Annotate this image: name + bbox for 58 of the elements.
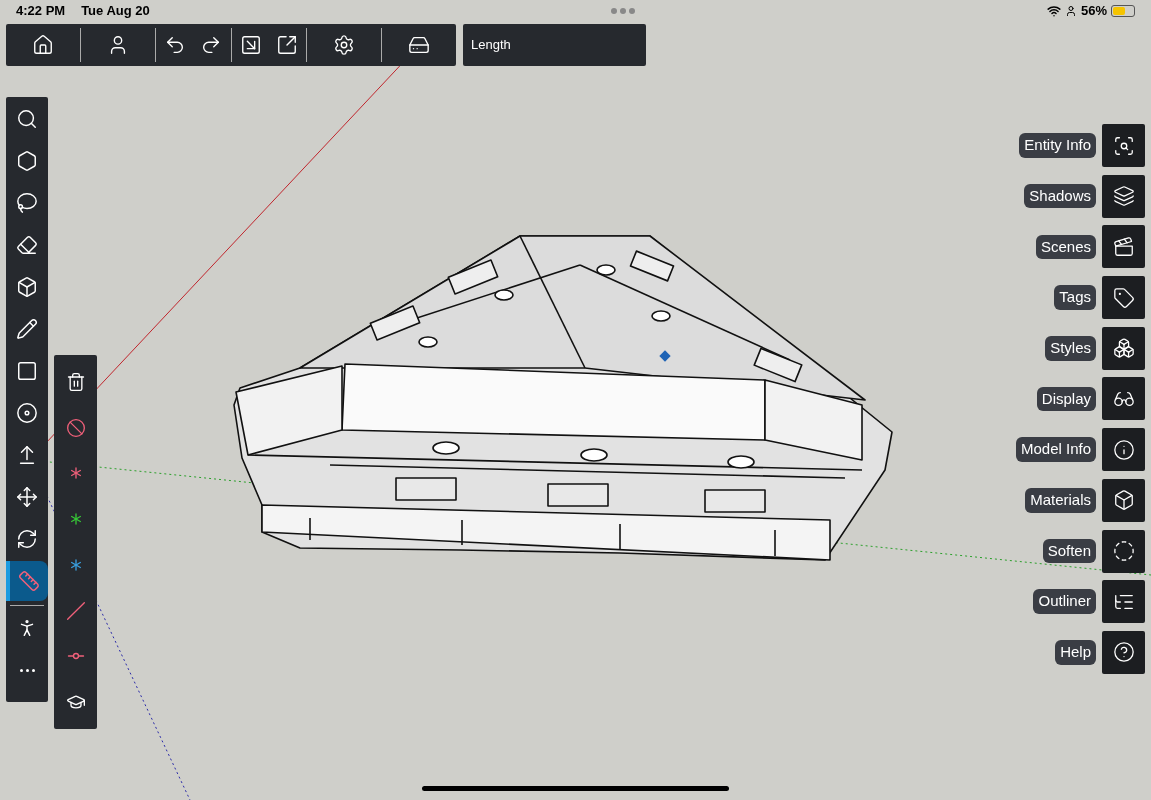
pencil-icon	[16, 318, 38, 340]
tag-icon	[1112, 286, 1135, 309]
panel-label[interactable]: Styles	[1045, 336, 1096, 361]
panel-button[interactable]	[1102, 478, 1145, 522]
more-icon	[19, 668, 35, 672]
search-icon	[16, 108, 38, 130]
panel-label[interactable]: Scenes	[1035, 234, 1096, 260]
cube-icon	[16, 276, 38, 298]
rectangle-icon	[16, 360, 38, 382]
wifi-icon	[1046, 4, 1061, 18]
panel-button[interactable]	[1102, 529, 1145, 573]
status-time: 4:22 PM	[16, 2, 66, 21]
eraser-icon	[16, 234, 38, 256]
tape-measure-icon	[18, 570, 40, 592]
panel-label[interactable]: Shadows	[1024, 183, 1096, 209]
panel-label[interactable]: Entity Info	[1019, 133, 1096, 158]
lasso-icon	[16, 192, 38, 214]
panel-label[interactable]: Display	[1036, 386, 1096, 412]
panel-label[interactable]: Outliner	[1033, 589, 1096, 614]
panel-button[interactable]	[1102, 124, 1145, 167]
tray-icon	[407, 34, 430, 56]
panel-button[interactable]	[1102, 174, 1145, 218]
panel-label[interactable]: Tags	[1054, 285, 1096, 310]
measurement-label: Length	[471, 36, 511, 55]
circle-icon	[16, 402, 38, 424]
help-icon	[1112, 641, 1135, 664]
rotate-icon	[16, 528, 38, 550]
panel-button[interactable]	[1102, 276, 1145, 320]
user-icon	[1064, 5, 1077, 17]
panel-button[interactable]	[1102, 377, 1145, 421]
panel-button[interactable]	[1102, 428, 1145, 472]
panel-label[interactable]: Soften	[1042, 538, 1096, 564]
panel-button[interactable]	[1102, 326, 1145, 370]
battery-icon	[1111, 5, 1135, 17]
trash-icon	[65, 371, 86, 392]
materials-cube-icon	[1112, 489, 1135, 512]
move-icon	[16, 486, 38, 508]
import-icon	[239, 34, 262, 56]
export-icon	[275, 34, 298, 56]
battery-level: 56%	[1080, 2, 1107, 21]
panel-button[interactable]	[1102, 630, 1145, 674]
home-icon	[32, 34, 55, 56]
panel-button[interactable]	[1102, 225, 1145, 269]
info-icon	[1112, 438, 1135, 461]
panel-button[interactable]	[1102, 580, 1145, 624]
panel-label[interactable]: Materials	[1025, 488, 1096, 513]
clapperboard-icon	[1112, 235, 1135, 258]
styles-icon	[1112, 337, 1135, 360]
shadows-icon	[1112, 185, 1135, 208]
hexagon-icon	[16, 150, 38, 172]
prohibited-icon	[65, 417, 86, 438]
parallel-lock-icon	[65, 600, 86, 621]
settings-icon	[332, 34, 355, 56]
panel-label[interactable]: Model Info	[1015, 437, 1096, 462]
entity-info-icon	[1112, 134, 1135, 157]
soften-icon	[1112, 540, 1135, 562]
panel-label[interactable]: Help	[1055, 640, 1096, 665]
status-date: Tue Aug 20	[81, 2, 150, 21]
